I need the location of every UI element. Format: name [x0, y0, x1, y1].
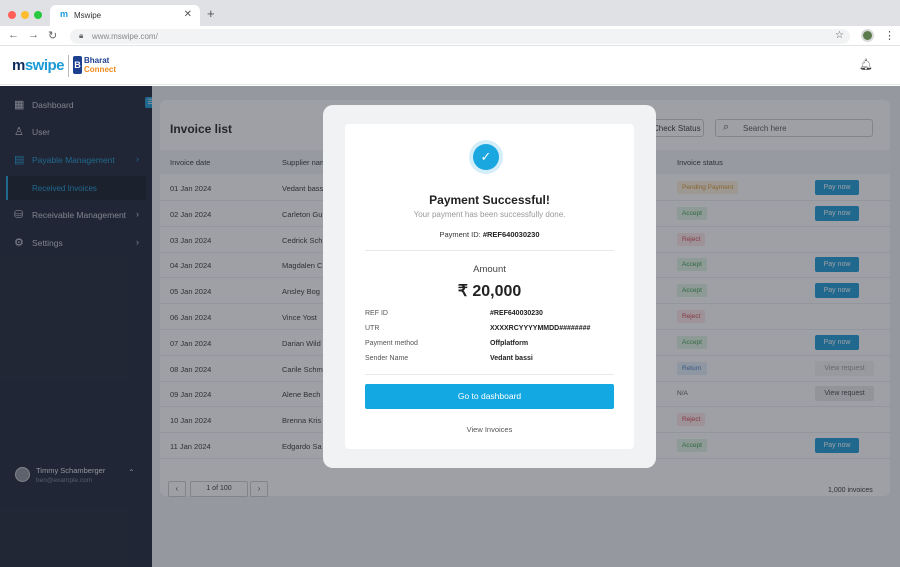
detail-key: REF ID	[365, 310, 388, 317]
detail-value: Offplatform	[490, 340, 529, 347]
url-text: www.mswipe.com/	[92, 32, 158, 41]
favicon-icon: m	[60, 9, 69, 19]
divider	[365, 374, 614, 375]
mswipe-logo[interactable]: mswipe	[12, 57, 65, 74]
modal-content: ✓ Payment Successful! Your payment has b…	[345, 124, 634, 449]
detail-row-ref-id: REF ID #REF640030230	[365, 310, 614, 322]
profile-avatar-icon[interactable]	[861, 29, 874, 42]
detail-value: Vedant bassi	[490, 355, 533, 362]
modal-subtitle: Your payment has been successfully done.	[413, 210, 566, 219]
checkmark-icon: ✓	[473, 144, 499, 170]
detail-row-payment-method: Payment method Offplatform	[365, 340, 614, 352]
tab-title: Mswipe	[74, 11, 102, 20]
go-to-dashboard-button[interactable]: Go to dashboard	[365, 384, 614, 409]
window-close-dot[interactable]	[8, 11, 16, 19]
address-bar: ← → ↻ 🔒︎ www.mswipe.com/ ☆	[0, 26, 900, 46]
detail-key: Payment method	[365, 340, 418, 347]
reload-icon[interactable]: ↻	[48, 29, 57, 42]
browser-tab[interactable]: m Mswipe ✕	[50, 5, 200, 26]
payment-id-label: Payment ID:	[439, 230, 481, 239]
partner-line1: Bharat	[84, 56, 110, 65]
detail-value: XXXXRCYYYYMMDD########	[490, 325, 591, 332]
app-header: mswipe B Bharat Connect 🔔︎	[0, 47, 900, 85]
forward-icon[interactable]: →	[28, 29, 39, 41]
amount-value: ₹ 20,000	[457, 283, 522, 300]
payment-id-value: #REF640030230	[482, 230, 540, 239]
modal-title: Payment Successful!	[429, 193, 550, 207]
bell-icon[interactable]: 🔔︎	[859, 58, 873, 71]
browser-tab-bar: m Mswipe ✕ +	[0, 0, 900, 26]
lock-icon: 🔒︎	[79, 31, 84, 40]
detail-row-utr: UTR XXXXRCYYYYMMDD########	[365, 325, 614, 337]
window-minimize-dot[interactable]	[21, 11, 29, 19]
amount-label: Amount	[473, 264, 506, 275]
logo-swipe: swipe	[24, 57, 65, 74]
divider	[365, 250, 614, 251]
close-tab-icon[interactable]: ✕	[184, 9, 192, 20]
detail-row-sender-name: Sender Name Vedant bassi	[365, 355, 614, 367]
detail-value: #REF640030230	[490, 310, 543, 317]
bookmark-star-icon[interactable]: ☆	[835, 30, 844, 41]
url-field[interactable]: 🔒︎ www.mswipe.com/ ☆	[70, 29, 850, 44]
detail-key: UTR	[365, 325, 380, 332]
logo-divider	[68, 55, 69, 77]
new-tab-icon[interactable]: +	[207, 6, 215, 21]
logo-m: m	[12, 57, 25, 74]
view-invoices-link[interactable]: View Invoices	[345, 425, 634, 434]
success-badge: ✓	[469, 140, 503, 174]
payment-id: Payment ID: #REF640030230	[345, 230, 634, 239]
bharat-connect-logo: Bharat Connect	[84, 56, 116, 74]
partner-line2: Connect	[84, 65, 116, 74]
detail-key: Sender Name	[365, 355, 409, 362]
payment-success-modal: ✓ Payment Successful! Your payment has b…	[323, 105, 656, 468]
window-zoom-dot[interactable]	[34, 11, 42, 19]
bharat-connect-mark: B	[73, 56, 82, 74]
browser-menu-icon[interactable]: ⋮	[884, 29, 895, 42]
back-icon[interactable]: ←	[8, 29, 19, 41]
